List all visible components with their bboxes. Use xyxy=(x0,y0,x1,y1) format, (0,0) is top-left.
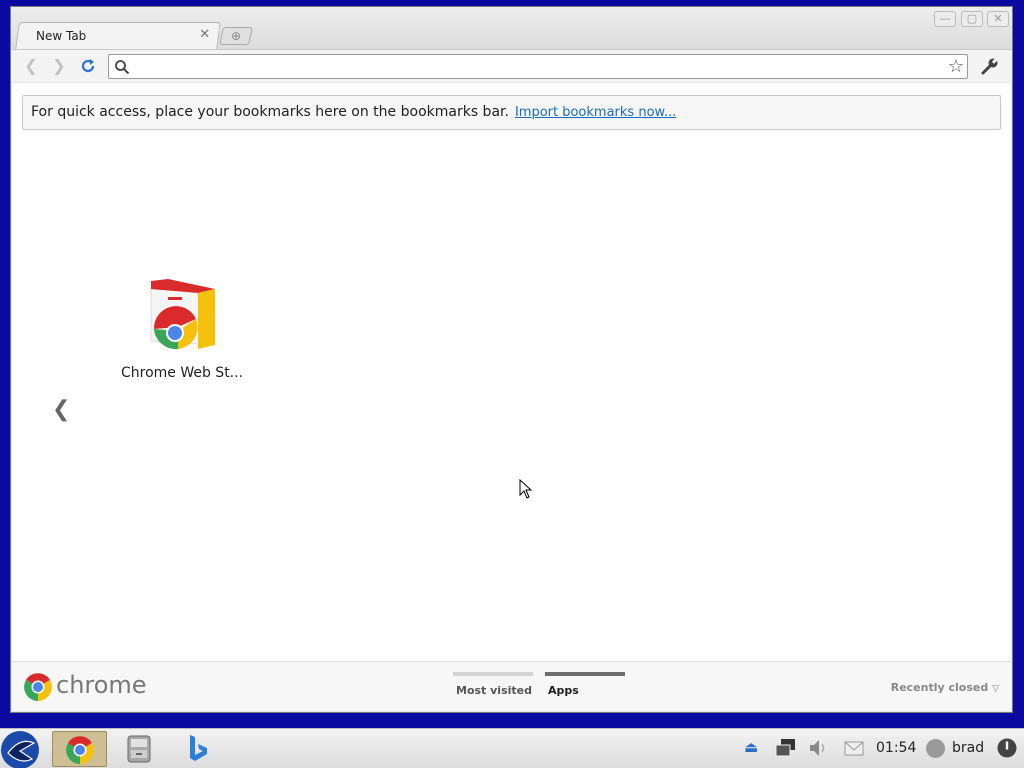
browser-window: New Tab ✕ ⊕ — ▢ ✕ ❮ ❯ ☆ For quick access… xyxy=(10,6,1013,713)
tab-indicator xyxy=(545,672,625,676)
minimize-button[interactable]: — xyxy=(934,11,956,27)
wrench-menu-button[interactable] xyxy=(980,56,1000,76)
tab-most-visited[interactable]: Most visited xyxy=(453,672,533,702)
chevron-down-icon: ▽ xyxy=(992,684,999,694)
toolbar: ❮ ❯ ☆ xyxy=(11,49,1012,82)
chrome-brand-text: chrome xyxy=(56,671,147,699)
omnibox[interactable]: ☆ xyxy=(108,54,968,79)
bookmarks-message: For quick access, place your bookmarks h… xyxy=(31,104,509,120)
taskbar-chrome-button[interactable] xyxy=(52,731,107,767)
eject-icon[interactable]: ⏏ xyxy=(744,738,758,756)
tab-close-icon[interactable]: ✕ xyxy=(199,27,210,42)
file-manager-icon xyxy=(127,735,151,763)
chrome-icon xyxy=(66,736,94,764)
tab-label: New Tab xyxy=(36,29,87,43)
mail-icon[interactable] xyxy=(844,741,864,757)
chrome-web-store-icon xyxy=(150,279,216,350)
taskbar-bing-button[interactable] xyxy=(184,731,212,767)
import-bookmarks-link[interactable]: Import bookmarks now... xyxy=(515,105,676,120)
chrome-logo-icon xyxy=(24,673,52,701)
new-tab-page: For quick access, place your bookmarks h… xyxy=(12,83,1011,661)
reload-icon xyxy=(81,59,95,73)
tab-new-tab[interactable]: New Tab ✕ xyxy=(15,22,221,50)
plus-icon: ⊕ xyxy=(230,29,242,43)
start-menu-icon xyxy=(1,731,39,768)
bookmarks-bar-prompt: For quick access, place your bookmarks h… xyxy=(22,95,1001,130)
search-icon xyxy=(114,59,130,75)
previous-page-arrow[interactable]: ❮ xyxy=(52,397,70,422)
bing-icon xyxy=(190,735,207,761)
maximize-button[interactable]: ▢ xyxy=(961,11,983,27)
taskbar-file-manager-button[interactable] xyxy=(124,731,154,767)
clock: 01:54 xyxy=(876,740,917,756)
tab-apps[interactable]: Apps xyxy=(545,672,625,702)
power-icon[interactable] xyxy=(996,737,1018,759)
close-window-button[interactable]: ✕ xyxy=(987,11,1009,27)
recently-closed-menu[interactable]: Recently closed ▽ xyxy=(891,681,999,694)
network-icon[interactable] xyxy=(775,738,797,758)
taskbar: ⏏ 01:54 brad xyxy=(0,728,1024,768)
wrench-icon xyxy=(981,58,998,75)
omnibox-input[interactable] xyxy=(133,57,933,76)
tab-label: Apps xyxy=(548,684,579,697)
user-name[interactable]: brad xyxy=(952,740,984,756)
back-button[interactable]: ❮ xyxy=(21,57,41,77)
app-chrome-web-store[interactable]: Chrome Web St... xyxy=(112,279,252,389)
volume-icon[interactable] xyxy=(808,738,828,758)
ntp-footer: chrome Most visited Apps Recently closed… xyxy=(12,661,1011,711)
tab-indicator xyxy=(453,672,533,676)
reload-button[interactable] xyxy=(78,57,98,77)
new-tab-button[interactable]: ⊕ xyxy=(219,27,253,45)
forward-button[interactable]: ❯ xyxy=(49,57,69,77)
user-avatar-icon xyxy=(926,739,945,758)
title-bar: New Tab ✕ ⊕ — ▢ ✕ xyxy=(11,7,1012,50)
recently-closed-label: Recently closed xyxy=(890,681,989,694)
bookmark-star-icon[interactable]: ☆ xyxy=(948,56,964,77)
mouse-cursor-icon xyxy=(519,479,533,499)
start-menu-button[interactable] xyxy=(0,731,42,768)
app-label: Chrome Web St... xyxy=(120,365,244,381)
tab-label: Most visited xyxy=(456,684,532,697)
